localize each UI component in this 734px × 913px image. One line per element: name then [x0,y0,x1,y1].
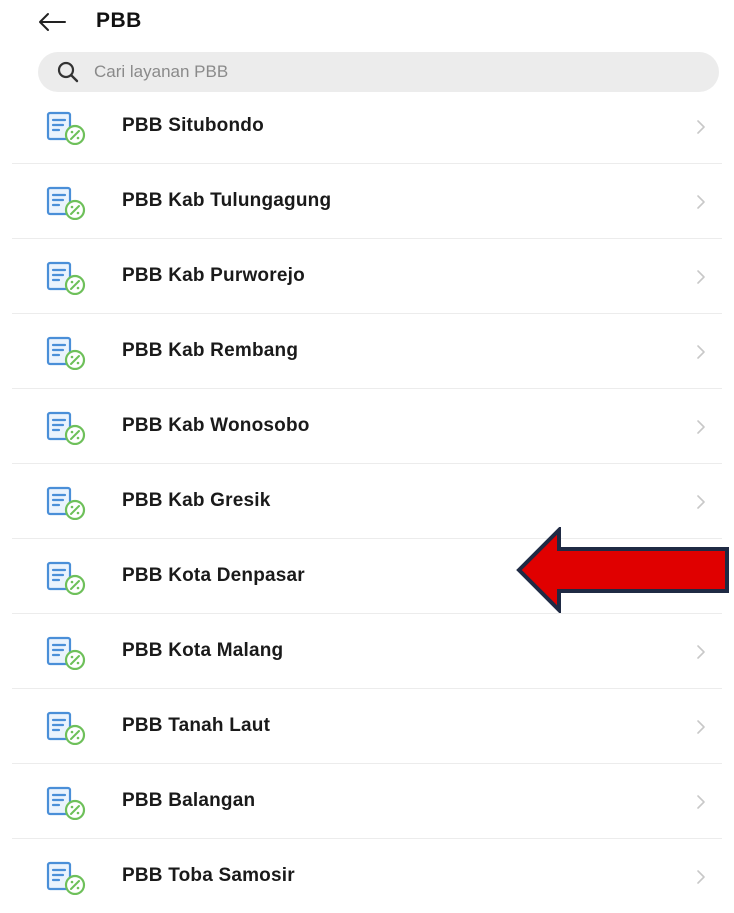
list-item-label: PBB Tanah Laut [122,715,271,736]
chevron-right-icon [697,270,705,284]
list-item[interactable]: PBB Kota Malang [12,614,722,689]
chevron-right-icon [697,870,705,884]
list-item-label: PBB Kab Wonosobo [122,415,310,436]
search-input[interactable] [92,61,656,83]
back-button[interactable] [32,8,72,36]
tax-document-icon [46,636,86,670]
chevron-right-icon [697,720,705,734]
list-item-label: PBB Kab Rembang [122,340,299,361]
chevron-right-icon [697,345,705,359]
tax-document-icon [46,711,86,745]
list-item[interactable]: PBB Situbondo [12,89,722,164]
tax-document-icon [46,111,86,145]
app-header: PBB [0,0,734,46]
arrow-left-icon [39,13,66,31]
tax-document-icon [46,486,86,520]
list-item-label: PBB Kab Tulungagung [122,190,332,211]
red-arrow-left-icon [516,527,729,613]
list-item-label: PBB Balangan [122,790,256,811]
search-bar[interactable] [38,52,719,92]
service-list: PBB Situbondo PBB Kab Tulungagung PBB Ka… [12,89,722,913]
page-title: PBB [96,9,142,32]
tax-document-icon [46,861,86,895]
list-item[interactable]: PBB Balangan [12,764,722,839]
tax-document-icon [46,411,86,445]
list-item-label: PBB Situbondo [122,115,264,136]
chevron-right-icon [697,645,705,659]
search-icon [56,59,82,85]
list-item[interactable]: PBB Tanah Laut [12,689,722,764]
list-item[interactable]: PBB Kab Wonosobo [12,389,722,464]
chevron-right-icon [697,420,705,434]
list-item[interactable]: PBB Toba Samosir [12,839,722,913]
list-item[interactable]: PBB Kab Purworejo [12,239,722,314]
list-item-label: PBB Kota Denpasar [122,565,305,586]
list-item-label: PBB Toba Samosir [122,865,295,886]
list-item-label: PBB Kab Purworejo [122,265,305,286]
chevron-right-icon [697,495,705,509]
tax-document-icon [46,336,86,370]
tax-document-icon [46,561,86,595]
chevron-right-icon [697,795,705,809]
list-item-label: PBB Kota Malang [122,640,284,661]
chevron-right-icon [697,195,705,209]
chevron-right-icon [697,120,705,134]
list-item-label: PBB Kab Gresik [122,490,271,511]
tax-document-icon [46,186,86,220]
list-item[interactable]: PBB Kab Rembang [12,314,722,389]
tax-document-icon [46,786,86,820]
tax-document-icon [46,261,86,295]
list-item[interactable]: PBB Kab Tulungagung [12,164,722,239]
